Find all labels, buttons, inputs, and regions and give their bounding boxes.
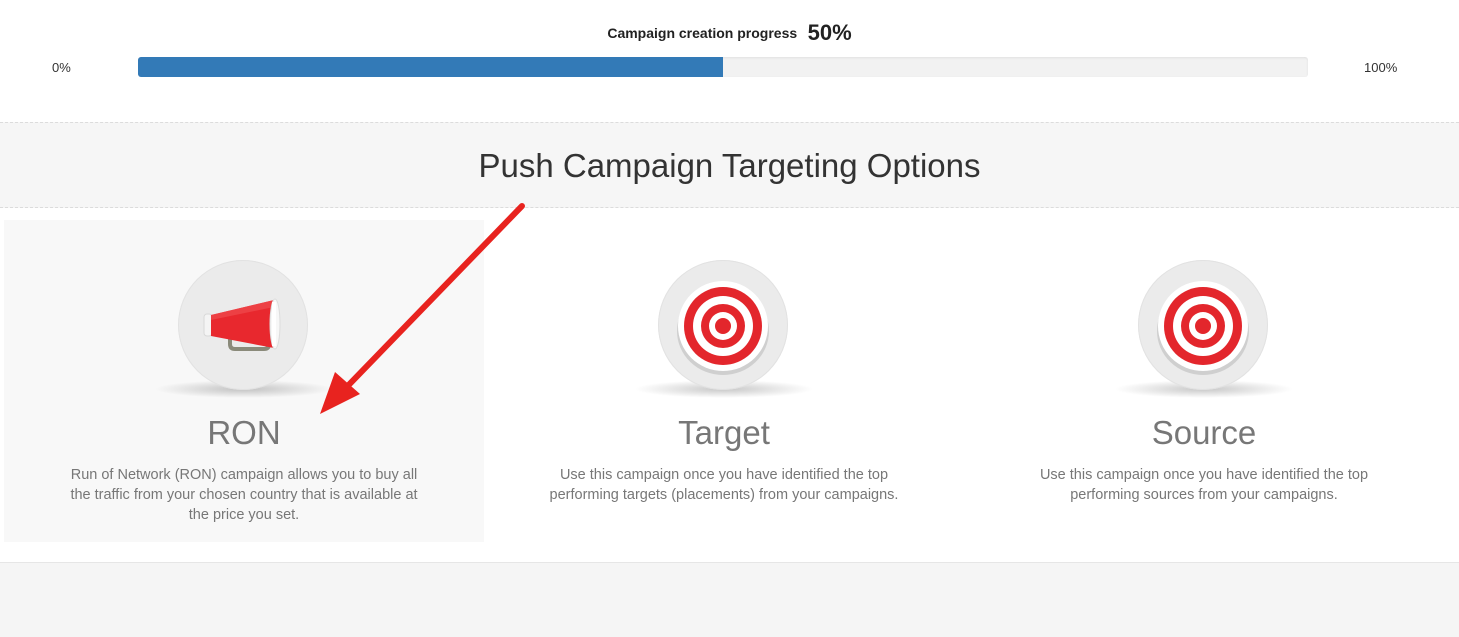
page-title: Push Campaign Targeting Options bbox=[478, 147, 981, 184]
progress-min-label: 0% bbox=[52, 60, 71, 75]
footer-area bbox=[0, 563, 1459, 637]
option-ron[interactable]: RON Run of Network (RON) campaign allows… bbox=[4, 220, 484, 542]
megaphone-icon bbox=[178, 260, 308, 390]
progress-max-label: 100% bbox=[1364, 60, 1398, 75]
heading-section: Push Campaign Targeting Options bbox=[0, 122, 1459, 208]
option-title: Target bbox=[678, 414, 770, 451]
progress-bar-fill bbox=[138, 57, 723, 77]
option-description: Use this campaign once you have identifi… bbox=[1039, 467, 1369, 503]
progress-value: 50% bbox=[807, 20, 852, 45]
option-title: Source bbox=[1151, 414, 1257, 451]
progress-bar bbox=[138, 57, 1308, 77]
option-source[interactable]: Source Use this campaign once you have i… bbox=[964, 220, 1444, 542]
option-description: Run of Network (RON) campaign allows you… bbox=[70, 467, 418, 523]
progress-label: Campaign creation progress bbox=[607, 25, 798, 41]
option-description: Use this campaign once you have identifi… bbox=[549, 467, 899, 503]
targeting-options: RON Run of Network (RON) campaign allows… bbox=[0, 208, 1459, 563]
target-icon bbox=[1138, 260, 1268, 390]
page: Campaign creation progress 50% 0% 100% P… bbox=[0, 0, 1459, 637]
progress-section: Campaign creation progress 50% 0% 100% bbox=[0, 0, 1459, 122]
target-icon bbox=[658, 260, 788, 390]
option-title: RON bbox=[207, 414, 281, 451]
option-target[interactable]: Target Use this campaign once you have i… bbox=[484, 220, 964, 542]
progress-heading: Campaign creation progress 50% bbox=[0, 20, 1459, 46]
